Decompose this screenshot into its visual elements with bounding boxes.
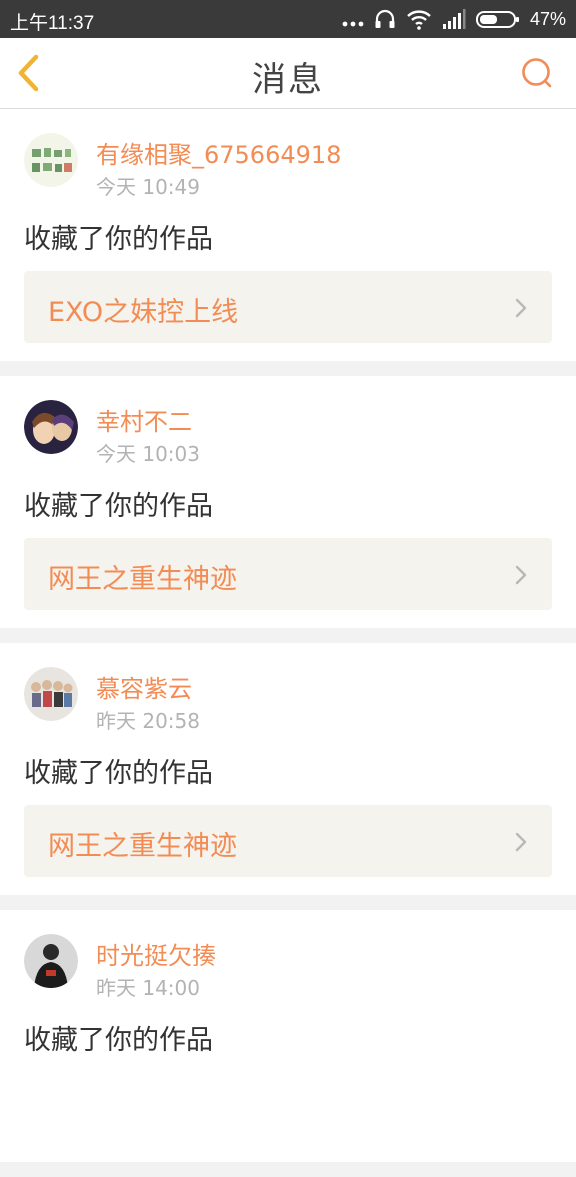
message-card: 慕容紫云 昨天 20:58 收藏了你的作品 网王之重生神迹 <box>0 643 576 895</box>
work-title: EXO之妹控上线 <box>48 297 239 328</box>
status-bar: 上午11:37 47% <box>0 0 576 38</box>
search-icon <box>522 58 552 88</box>
avatar[interactable] <box>24 934 78 988</box>
work-link[interactable]: EXO之妹控上线 <box>24 271 552 343</box>
work-link[interactable]: 网王之重生神迹 <box>24 805 552 877</box>
headset-icon <box>375 9 395 28</box>
message-time: 今天 10:03 <box>96 442 200 466</box>
chevron-right-icon <box>515 565 527 585</box>
dots-icon <box>342 21 364 27</box>
username[interactable]: 有缘相聚_675664918 <box>96 135 341 170</box>
avatar[interactable] <box>24 400 78 454</box>
wifi-icon <box>407 10 431 30</box>
username[interactable]: 时光挺欠揍 <box>96 936 216 971</box>
chevron-right-icon <box>515 832 527 852</box>
avatar[interactable] <box>24 133 78 187</box>
action-text: 收藏了你的作品 <box>24 758 213 789</box>
message-card: 时光挺欠揍 昨天 14:00 收藏了你的作品 <box>0 910 576 1162</box>
avatar[interactable] <box>24 667 78 721</box>
username[interactable]: 慕容紫云 <box>96 669 192 704</box>
message-list: 有缘相聚_675664918 今天 10:49 收藏了你的作品 EXO之妹控上线… <box>0 109 576 1177</box>
battery-icon <box>475 11 519 28</box>
work-title: 网王之重生神迹 <box>48 831 237 862</box>
message-time: 今天 10:49 <box>96 175 200 199</box>
status-icons: 47% <box>342 7 566 31</box>
page-title: 消息 <box>252 60 324 100</box>
message-card: 有缘相聚_675664918 今天 10:49 收藏了你的作品 EXO之妹控上线 <box>0 109 576 361</box>
work-link[interactable]: 网王之重生神迹 <box>24 538 552 610</box>
work-title: 网王之重生神迹 <box>48 564 237 595</box>
search-button[interactable] <box>520 56 554 90</box>
chevron-right-icon <box>515 298 527 318</box>
username[interactable]: 幸村不二 <box>96 402 192 437</box>
nav-bar: 消息 <box>0 38 576 109</box>
message-time: 昨天 14:00 <box>96 976 200 1000</box>
status-time: 上午11:37 <box>10 13 95 34</box>
signal-icon <box>442 9 466 29</box>
action-text: 收藏了你的作品 <box>24 224 213 255</box>
message-card: 幸村不二 今天 10:03 收藏了你的作品 网王之重生神迹 <box>0 376 576 628</box>
action-text: 收藏了你的作品 <box>24 491 213 522</box>
battery-percent: 47% <box>529 8 566 29</box>
message-time: 昨天 20:58 <box>96 709 200 733</box>
